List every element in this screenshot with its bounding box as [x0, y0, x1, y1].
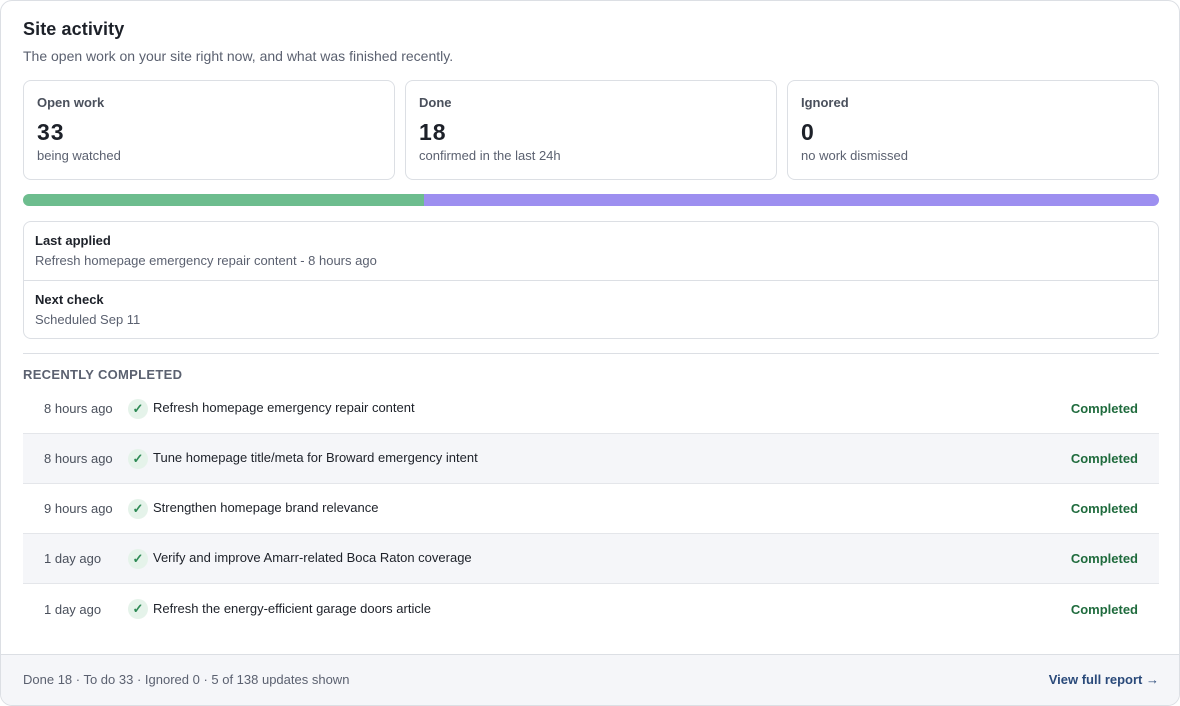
item-time: 8 hours ago — [44, 451, 113, 466]
card-header: Site activity The open work on your site… — [23, 19, 453, 64]
list-item[interactable]: 1 day ago ✓ Verify and improve Amarr-rel… — [23, 534, 1159, 584]
item-text: Verify and improve Amarr-related Boca Ra… — [153, 550, 472, 565]
last-applied-value: Refresh homepage emergency repair conten… — [35, 253, 377, 268]
item-time: 1 day ago — [44, 551, 102, 566]
check-icon: ✓ — [128, 548, 148, 569]
status-badge: Completed — [1070, 401, 1138, 416]
status-badge: Completed — [1070, 451, 1138, 466]
next-check-label: Next check — [35, 292, 104, 307]
list-item[interactable]: 8 hours ago ✓ Tune homepage title/meta f… — [23, 434, 1159, 484]
stat-label: Ignored — [801, 95, 849, 110]
stat-open-work: Open work 33 being watched — [23, 80, 395, 180]
card-footer: Done 18 · To do 33 · Ignored 0 · 5 of 13… — [1, 654, 1179, 705]
list-item[interactable]: 9 hours ago ✓ Strengthen homepage brand … — [23, 484, 1159, 534]
stat-value: 0 — [801, 119, 815, 145]
stat-note: being watched — [37, 148, 121, 163]
recently-completed-heading: RECENTLY COMPLETED — [23, 367, 183, 382]
last-applied-label: Last applied — [35, 233, 111, 248]
stat-value: 33 — [37, 119, 65, 145]
section-divider — [23, 353, 1159, 354]
status-badge: Completed — [1070, 551, 1138, 566]
stat-ignored: Ignored 0 no work dismissed — [787, 80, 1159, 180]
stat-label: Open work — [37, 95, 105, 110]
list-item[interactable]: 1 day ago ✓ Refresh the energy-efficient… — [23, 584, 1159, 634]
last-applied-row: Last applied Refresh homepage emergency … — [24, 222, 1158, 280]
list-item[interactable]: 8 hours ago ✓ Refresh homepage emergency… — [23, 384, 1159, 434]
stat-done: Done 18 confirmed in the last 24h — [405, 80, 777, 180]
stat-label: Done — [419, 95, 452, 110]
status-badge: Completed — [1070, 601, 1138, 617]
check-icon: ✓ — [128, 599, 148, 619]
check-icon: ✓ — [128, 398, 148, 419]
item-time: 1 day ago — [44, 601, 102, 617]
recent-list: 8 hours ago ✓ Refresh homepage emergency… — [23, 384, 1159, 634]
item-time: 8 hours ago — [44, 401, 113, 416]
status-badge: Completed — [1070, 501, 1138, 516]
next-check-value: Scheduled Sep 11 — [35, 312, 141, 327]
check-icon: ✓ — [128, 448, 148, 469]
stat-note: confirmed in the last 24h — [419, 148, 561, 163]
item-text: Refresh the energy-efficient garage door… — [153, 600, 431, 616]
page-title: Site activity — [23, 19, 125, 39]
progress-bar — [23, 194, 1159, 206]
item-text: Tune homepage title/meta for Broward eme… — [153, 450, 478, 465]
item-text: Refresh homepage emergency repair conten… — [153, 400, 415, 415]
check-icon: ✓ — [128, 498, 148, 519]
stats-row: Open work 33 being watched Done 18 confi… — [23, 80, 1159, 180]
next-check-row: Next check Scheduled Sep 11 — [24, 280, 1158, 338]
stat-note: no work dismissed — [801, 148, 908, 163]
page-subtitle: The open work on your site right now, an… — [23, 48, 454, 64]
item-text: Strengthen homepage brand relevance — [153, 500, 379, 515]
view-full-report-link[interactable]: View full report → — [1049, 672, 1159, 687]
progress-done-segment — [23, 194, 424, 206]
info-panel: Last applied Refresh homepage emergency … — [23, 221, 1159, 339]
progress-open-segment — [424, 194, 1159, 206]
site-activity-card: Site activity The open work on your site… — [0, 0, 1180, 706]
footer-summary: Done 18 · To do 33 · Ignored 0 · 5 of 13… — [23, 672, 350, 687]
item-time: 9 hours ago — [44, 501, 113, 516]
stat-value: 18 — [419, 119, 447, 145]
